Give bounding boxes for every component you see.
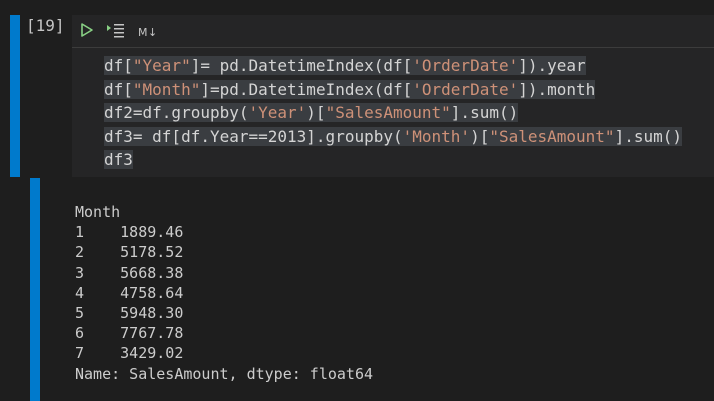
code-line-text: df3= df[df.Year==2013].groupby('Month')[… (104, 126, 682, 146)
code-token: df[ (104, 56, 133, 75)
output-line: 2 5178.52 (75, 243, 184, 262)
code-token: df2=df.groupby( (104, 103, 249, 122)
output-line: 7 3429.02 (75, 344, 184, 363)
output-bar (30, 178, 40, 401)
code-token: )[ (306, 103, 326, 122)
string-token: "Year" (132, 56, 191, 75)
markdown-icon: M↓ (138, 25, 158, 39)
code-line[interactable]: df["Month"]=pd.DatetimeIndex(df['OrderDa… (104, 78, 682, 102)
output-line: 3 5668.38 (75, 263, 184, 282)
code-line[interactable]: df["Year"]= pd.DatetimeIndex(df['OrderDa… (104, 54, 682, 78)
code-token: )[ (470, 126, 490, 146)
code-line[interactable]: df2=df.groupby('Year')["SalesAmount"].su… (104, 101, 682, 125)
output-line: Name: SalesAmount, dtype: float64 (75, 364, 374, 383)
code-token: ]).month (518, 79, 596, 99)
output-line: 5 5948.30 (75, 304, 184, 323)
code-line[interactable]: df3= df[df.Year==2013].groupby('Month')[… (104, 125, 682, 149)
code-token: df3= df[df.Year==2013].groupby( (104, 126, 403, 146)
string-token: "Month" (132, 79, 201, 99)
code-token: ]=pd.DatetimeIndex(df[ (200, 79, 413, 99)
code-line-text: df3 (104, 150, 133, 169)
code-editor[interactable]: df["Year"]= pd.DatetimeIndex(df['OrderDa… (104, 54, 682, 172)
output-line: Month (75, 203, 121, 221)
code-token: ].sum() (614, 126, 682, 146)
string-token: 'Month' (402, 126, 471, 146)
output-line: 1 1889.46 (75, 223, 184, 242)
string-token: 'Year' (248, 103, 307, 122)
code-token: df3 (104, 150, 133, 169)
string-token: "SalesAmount" (325, 103, 451, 122)
run-by-line-icon (106, 22, 126, 42)
code-line-text: df["Month"]=pd.DatetimeIndex(df['OrderDa… (104, 79, 596, 99)
cell-focus-bar[interactable] (10, 15, 20, 177)
change-to-markdown-button[interactable]: M↓ (138, 21, 158, 43)
play-icon (80, 22, 94, 42)
run-by-line-button[interactable] (106, 21, 126, 43)
cell-output: Month 1 1889.46 2 5178.52 3 5668.38 4 4758.6… (75, 202, 373, 384)
code-token: df[ (104, 79, 133, 99)
string-token: 'OrderDate' (412, 56, 519, 75)
code-line[interactable]: df3 (104, 148, 682, 172)
code-token: ].sum() (450, 103, 519, 122)
execution-count: [19] (26, 16, 65, 35)
run-cell-button[interactable] (80, 21, 94, 43)
toolbar-divider (72, 47, 714, 48)
output-line: 4 4758.64 (75, 283, 184, 302)
output-line: 6 7767.78 (75, 324, 184, 343)
string-token: 'OrderDate' (412, 79, 519, 99)
string-token: "SalesAmount" (489, 126, 615, 146)
code-line-text: df["Year"]= pd.DatetimeIndex(df['OrderDa… (104, 56, 586, 75)
code-line-text: df2=df.groupby('Year')["SalesAmount"].su… (104, 103, 519, 122)
code-token: ]= pd.DatetimeIndex(df[ (190, 56, 413, 75)
code-token: ]).year (518, 56, 586, 75)
cell-toolbar: M↓ (80, 19, 158, 45)
